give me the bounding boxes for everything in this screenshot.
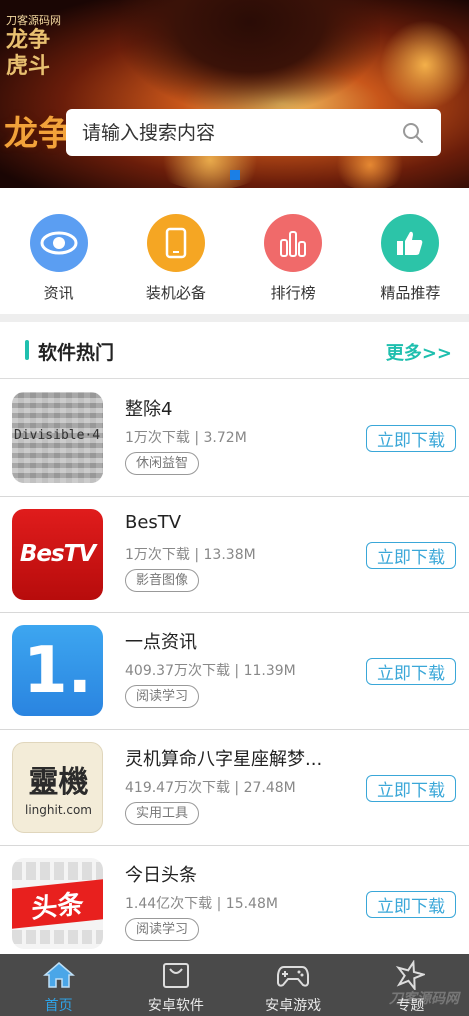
category-label: 资讯 — [43, 284, 74, 302]
carousel-indicator — [0, 170, 469, 180]
tab-label: 安卓游戏 — [265, 998, 322, 1014]
list-item[interactable]: 1. 一点资讯 409.37万次下载 | 11.39M 阅读学习 立即下载 — [0, 613, 469, 730]
icon-text: Divisible·4 — [14, 428, 101, 443]
category-nav: 资讯 装机必备 排行榜 精品推荐 — [0, 188, 469, 314]
banner-artwork — [120, 0, 380, 110]
search-icon[interactable] — [402, 122, 424, 144]
divisible-icon[interactable]: Divisible·4 — [12, 392, 103, 483]
yidian-icon[interactable]: 1. — [12, 625, 103, 716]
home-icon — [42, 960, 76, 990]
app-category-tag[interactable]: 阅读学习 — [125, 685, 200, 708]
thumbs-up-icon — [381, 214, 440, 272]
search-input[interactable] — [82, 121, 382, 144]
app-category-tag[interactable]: 影音图像 — [125, 568, 200, 592]
gamepad-icon — [276, 960, 310, 990]
app-category-tag[interactable]: 实用工具 — [125, 801, 200, 825]
lingji-icon[interactable]: 靈機 linghit.com — [12, 741, 103, 833]
category-label: 精品推荐 — [380, 284, 441, 302]
app-meta: 409.37万次下载 | 11.39M — [125, 663, 296, 679]
section-header: 软件热门 更多>> — [0, 322, 469, 379]
watermark: 刀客源码网 — [389, 991, 459, 1007]
download-button[interactable]: 立即下载 — [366, 658, 456, 685]
game-logo: 刀客源码网 龙争虎斗 — [6, 14, 68, 94]
section-accent-bar — [25, 340, 29, 360]
category-ranking[interactable]: 排行榜 — [235, 188, 352, 314]
bar-chart-icon — [264, 214, 323, 272]
icon-text: 靈機 — [28, 764, 89, 800]
list-item[interactable]: BesTV BesTV 1万次下载 | 13.38M 影音图像 立即下载 — [0, 497, 469, 613]
phone-icon — [146, 214, 205, 272]
bestv-icon[interactable]: BesTV — [12, 508, 103, 600]
tab-label: 首页 — [44, 998, 73, 1014]
download-button[interactable]: 立即下载 — [366, 891, 456, 918]
app-meta: 1万次下载 | 13.38M — [125, 546, 256, 563]
game-logo-main: 龙争虎斗 — [6, 27, 51, 79]
icon-subtext: linghit.com — [25, 802, 92, 817]
banner-side-title: 龙争 — [4, 114, 72, 154]
section-title: 软件热门 — [38, 342, 115, 364]
tab-home[interactable]: 首页 — [0, 954, 117, 1016]
app-name[interactable]: 整除4 — [125, 395, 172, 421]
eye-icon — [29, 214, 88, 272]
divider — [0, 314, 469, 322]
app-list: Divisible·4 整除4 1万次下载 | 3.72M 休闲益智 立即下载 … — [0, 380, 469, 963]
star-icon — [393, 960, 427, 990]
app-category-tag[interactable]: 阅读学习 — [125, 918, 200, 941]
category-featured[interactable]: 精品推荐 — [352, 188, 469, 314]
app-meta: 1万次下载 | 3.72M — [125, 430, 247, 446]
icon-text: 头条 — [31, 888, 84, 925]
category-essentials[interactable]: 装机必备 — [117, 188, 234, 314]
app-meta: 419.47万次下载 | 27.48M — [125, 779, 296, 796]
app-meta: 1.44亿次下载 | 15.48M — [125, 896, 278, 912]
list-item[interactable]: Divisible·4 整除4 1万次下载 | 3.72M 休闲益智 立即下载 — [0, 380, 469, 497]
more-link[interactable]: 更多>> — [386, 339, 452, 365]
category-label: 排行榜 — [270, 284, 316, 302]
icon-text: 1. — [23, 633, 92, 708]
tab-android-apps[interactable]: 安卓软件 — [117, 954, 234, 1016]
list-item[interactable]: 头条 今日头条 1.44亿次下载 | 15.48M 阅读学习 立即下载 — [0, 846, 469, 963]
tab-android-games[interactable]: 安卓游戏 — [235, 954, 352, 1016]
icon-text: BesTV — [19, 541, 96, 567]
list-item[interactable]: 靈機 linghit.com 灵机算命八字星座解梦... 419.47万次下载 … — [0, 730, 469, 846]
app-name[interactable]: 一点资讯 — [125, 628, 197, 654]
app-category-tag[interactable]: 休闲益智 — [125, 452, 200, 475]
app-name[interactable]: 今日头条 — [125, 861, 197, 887]
category-label: 装机必备 — [145, 284, 206, 302]
search-bar[interactable] — [66, 109, 441, 156]
game-logo-top: 刀客源码网 — [6, 14, 61, 27]
download-button[interactable]: 立即下载 — [366, 774, 456, 802]
banner-carousel[interactable]: 刀客源码网 龙争虎斗 龙争 — [0, 0, 469, 188]
download-button[interactable]: 立即下载 — [366, 541, 456, 569]
banner-glow — [380, 20, 469, 110]
category-news[interactable]: 资讯 — [0, 188, 117, 314]
app-name[interactable]: BesTV — [125, 512, 181, 533]
download-button[interactable]: 立即下载 — [366, 425, 456, 452]
tab-label: 安卓软件 — [147, 998, 204, 1014]
app-name[interactable]: 灵机算命八字星座解梦... — [125, 745, 322, 771]
carousel-dot-active[interactable] — [229, 170, 240, 180]
bottom-tab-bar: 首页 安卓软件 安卓游戏 专题 刀客源码网 — [0, 954, 469, 1016]
bag-icon — [159, 960, 193, 990]
toutiao-icon[interactable]: 头条 — [12, 858, 103, 949]
